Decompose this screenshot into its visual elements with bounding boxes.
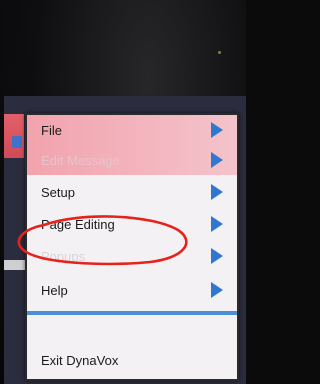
submenu-arrow-icon (211, 184, 223, 200)
indicator-light (218, 51, 221, 54)
menu-item-label: File (41, 122, 62, 138)
submenu-arrow-icon (211, 122, 223, 138)
menu-item-edit-message[interactable]: Edit Message (27, 145, 237, 175)
menu-item-popups[interactable]: Popups (27, 241, 237, 271)
menu-item-label: Edit Message (41, 152, 120, 168)
menu-item-label: Page Editing (41, 216, 115, 232)
menu-item-help[interactable]: Help (27, 275, 237, 305)
menu-item-label: Help (41, 282, 68, 298)
menu-item-setup[interactable]: Setup (27, 177, 237, 207)
submenu-arrow-icon (211, 152, 223, 168)
screen-background-icon (12, 136, 22, 148)
menu-separator (27, 311, 237, 315)
menu-item-label: Setup (41, 184, 75, 200)
submenu-arrow-icon (211, 282, 223, 298)
exit-label: Exit DynaVox (41, 352, 119, 368)
menu-item-page-editing[interactable]: Page Editing (27, 209, 237, 239)
photo-scene: File Edit Message Setup Page Editing Pop… (0, 0, 246, 384)
menu-item-file[interactable]: File (27, 115, 237, 145)
menu-item-label: Popups (41, 248, 86, 264)
menu-item-exit[interactable]: Exit DynaVox (27, 345, 237, 375)
popup-menu: File Edit Message Setup Page Editing Pop… (25, 113, 239, 381)
submenu-arrow-icon (211, 216, 223, 232)
submenu-arrow-icon (211, 248, 223, 264)
